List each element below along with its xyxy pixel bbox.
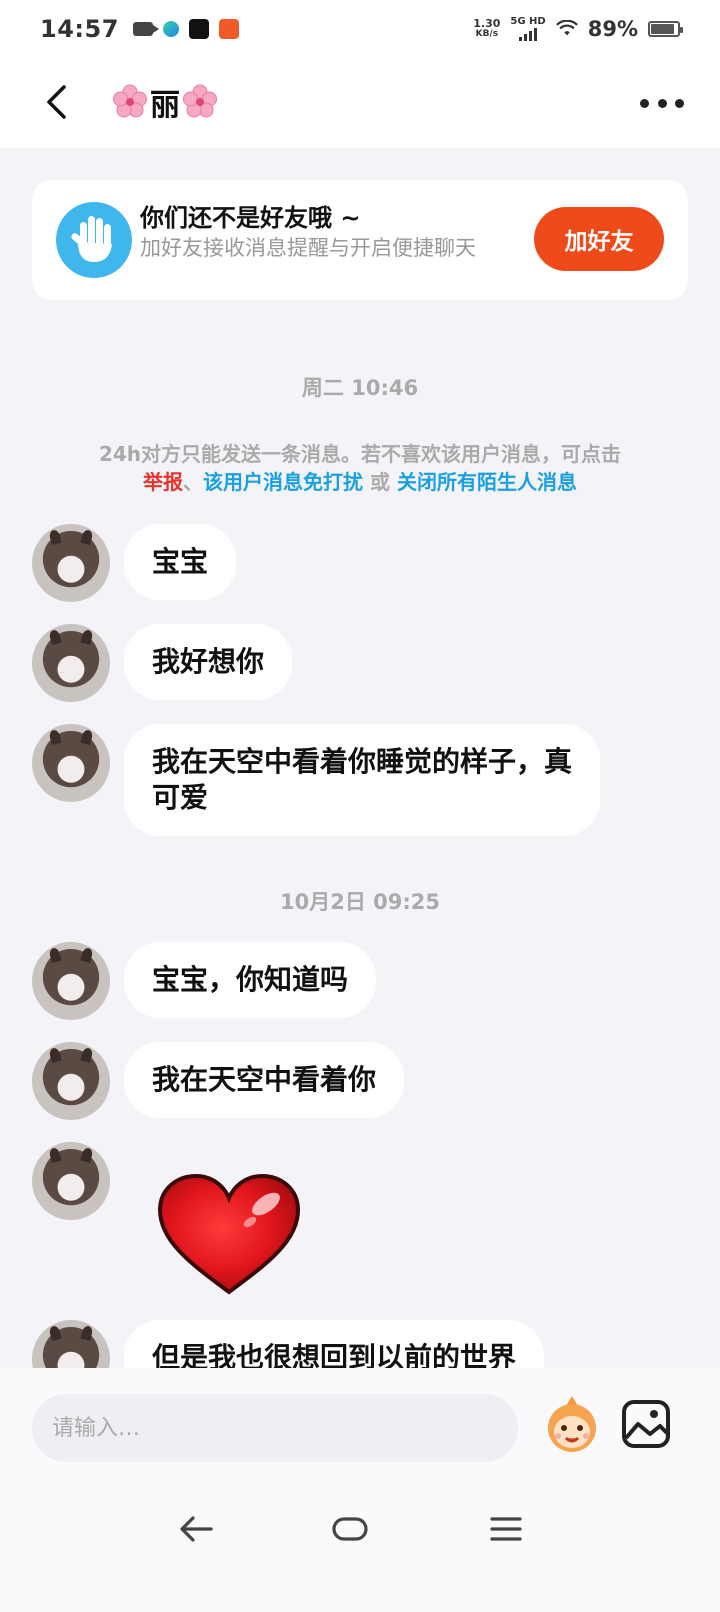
notice-separator: 、 [183,470,204,494]
dot-icon [657,98,667,108]
wave-hand-icon [56,202,132,278]
message-row: 我好想你 [32,624,688,702]
nav-back-button[interactable] [166,1504,226,1554]
message-row: 宝宝，你知道吗 [32,942,688,1020]
cherry-blossom-icon [183,84,217,118]
arrow-left-icon [180,1516,213,1542]
message-bubble[interactable]: 宝宝，你知道吗 [124,942,377,1018]
menu-icon [490,1517,522,1541]
chevron-left-icon [47,85,66,119]
cherry-blossom-icon [113,84,147,118]
signal-group: 5G HD [510,16,546,41]
battery-percent: 89% [587,17,638,41]
network-speed: 1.30 KB/s [473,18,500,40]
avatar[interactable] [32,942,110,1020]
network-speed-value: 1.30 [473,17,501,30]
heart-sticker-icon[interactable] [154,1170,304,1298]
signal-icon [519,27,538,41]
back-button[interactable] [36,82,76,122]
status-right: 1.30 KB/s 5G HD 89% [473,16,683,41]
avatar[interactable] [32,724,110,802]
report-link[interactable]: 举报 [143,470,183,494]
message-row: 我在天空中看着你 [32,1042,688,1120]
add-friend-banner: 你们还不是好友哦 ~ 加好友接收消息提醒与开启便捷聊天 加好友 [32,180,688,300]
emoji-sticker-icon[interactable] [540,1392,604,1456]
chat-title-group: 丽 [112,80,218,124]
message-bubble[interactable]: 宝宝 [124,524,237,600]
avatar[interactable] [32,1142,110,1220]
dot-icon [675,98,684,108]
nav-menu-button[interactable] [476,1504,536,1554]
video-icon [132,22,159,36]
message-row [32,1142,688,1295]
image-picker-icon[interactable] [620,1398,672,1450]
battery-icon [648,21,683,37]
mute-user-link[interactable]: 该用户消息免打扰 [203,470,363,494]
message-input[interactable] [32,1394,518,1462]
network-speed-unit: KB/s [475,29,499,39]
status-notification-icons [132,19,239,39]
avatar[interactable] [32,624,110,702]
battery-fill [651,24,675,34]
capcut-icon [188,19,209,39]
message-bubble[interactable]: 我在天空中看着你睡觉的样子，真可爱 [124,724,600,836]
system-navigation-bar [0,1494,720,1574]
nav-home-button[interactable] [320,1504,380,1554]
add-friend-button[interactable]: 加好友 [534,207,664,271]
message-row: 我在天空中看着你睡觉的样子，真可爱 [32,724,688,836]
message-timestamp: 周二 10:46 [301,376,419,400]
home-pill-icon [332,1517,368,1541]
status-bar: 14:57 1.30 KB/s 5G HD 89% [0,0,720,58]
wifi-icon [555,20,578,36]
not-friends-title: 你们还不是好友哦 ~ [140,204,361,232]
status-time: 14:57 [40,15,119,43]
chat-header: 丽 [0,58,720,148]
message-bubble[interactable]: 我在天空中看着你 [124,1042,405,1118]
not-friends-subtitle: 加好友接收消息提醒与开启便捷聊天 [140,236,476,260]
input-area [0,1368,720,1612]
app-notification-icon [162,21,179,37]
notice-text: 24h对方只能发送一条消息。若不喜欢该用户消息，可点击 [98,442,622,466]
network-type: 5G HD [510,16,546,27]
message-bubble[interactable]: 我好想你 [124,624,293,700]
chat-title: 丽 [150,88,180,123]
avatar[interactable] [32,1042,110,1120]
app-notification-icon [218,19,239,39]
message-timestamp: 10月2日 09:25 [280,890,440,914]
notice-or: 或 [363,470,397,494]
more-options-button[interactable] [640,88,684,118]
close-stranger-messages-link[interactable]: 关闭所有陌生人消息 [397,470,577,494]
dot-icon [640,98,649,108]
avatar[interactable] [32,524,110,602]
stranger-message-notice: 24h对方只能发送一条消息。若不喜欢该用户消息，可点击 举报、该用户消息免打扰 … [40,440,680,496]
message-row: 宝宝 [32,524,688,602]
